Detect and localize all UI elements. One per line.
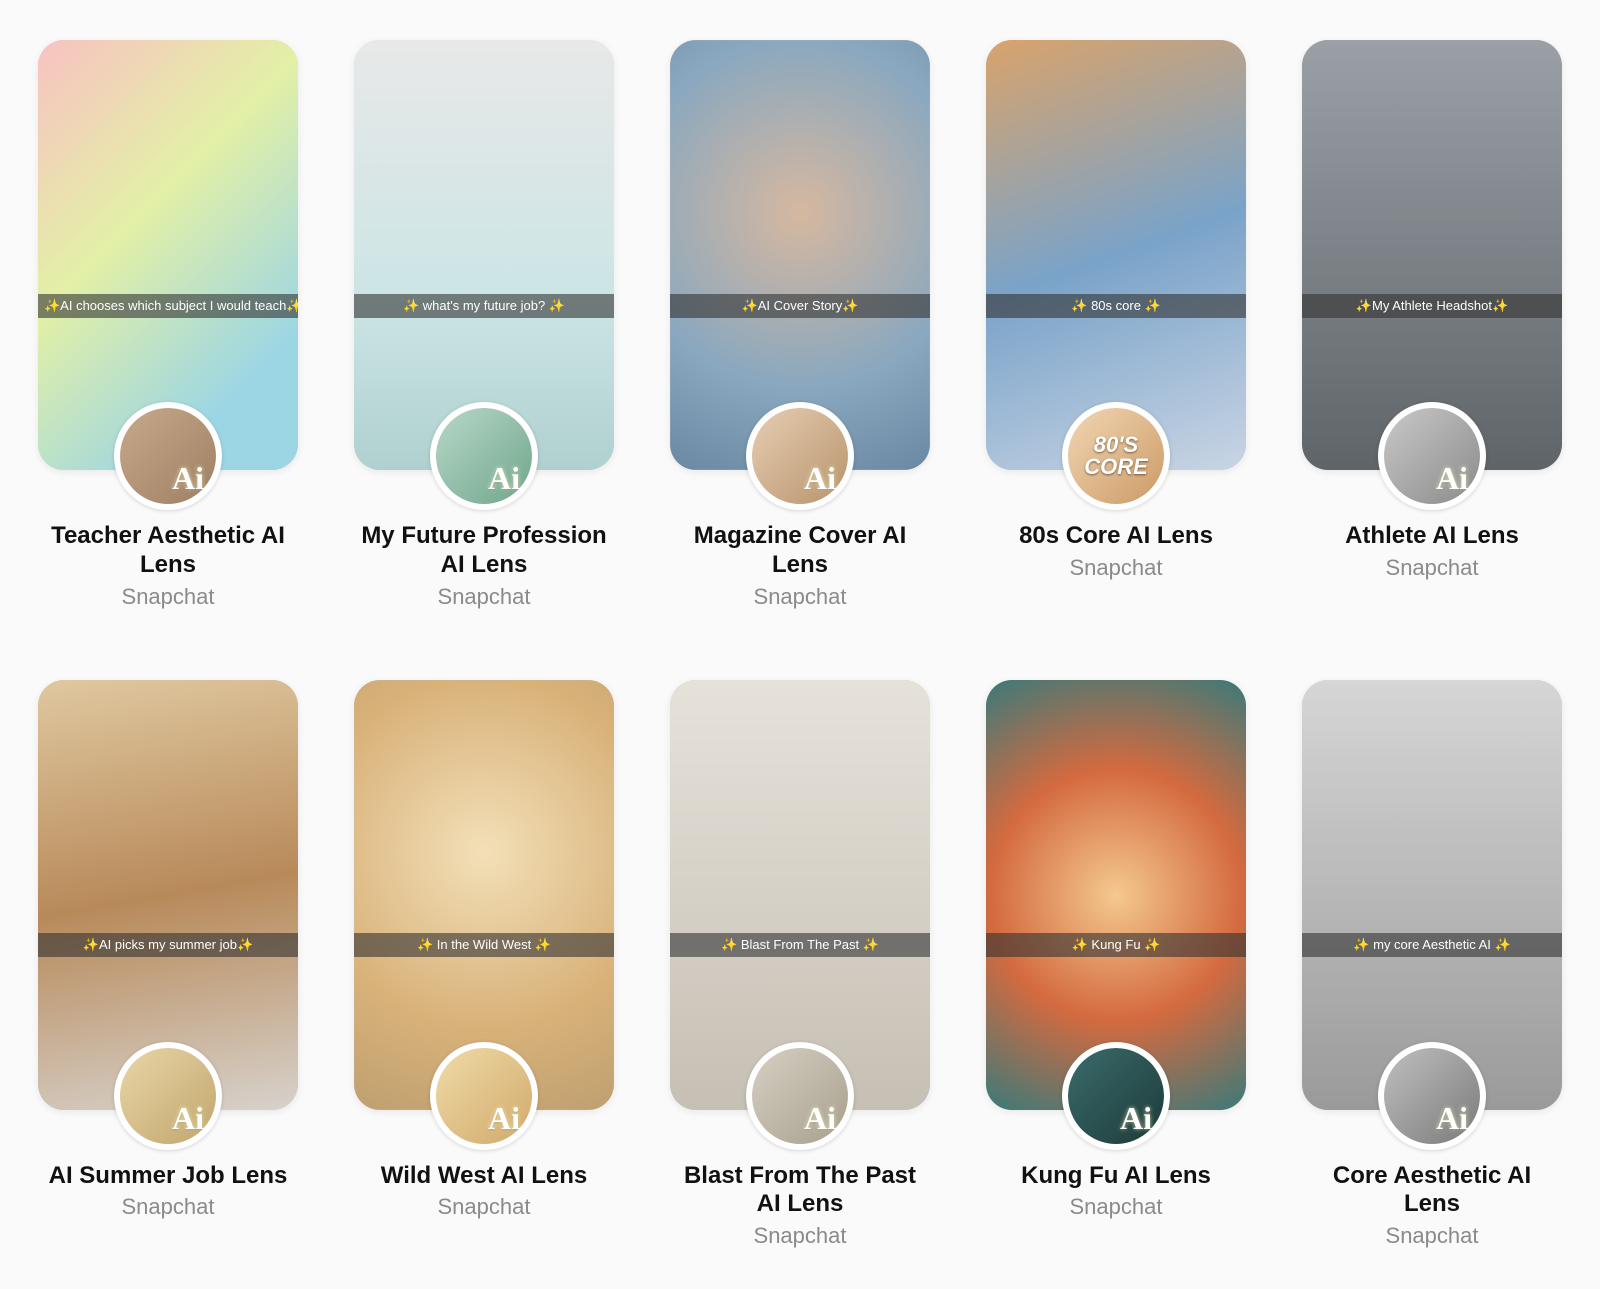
lens-title: Kung Fu AI Lens — [1021, 1162, 1211, 1191]
lens-card[interactable]: ✨ 80s core ✨ 80'S CORE 80s Core AI Lens … — [978, 40, 1254, 610]
lens-title: AI Summer Job Lens — [49, 1162, 288, 1191]
lens-creator: Snapchat — [1345, 555, 1519, 581]
lens-title: Athlete AI Lens — [1345, 522, 1519, 551]
lens-caption: ✨AI chooses which subject I would teach✨ — [38, 294, 298, 318]
lens-thumbnail[interactable]: ✨ 80s core ✨ 80'S CORE — [986, 40, 1246, 470]
lens-caption: ✨AI picks my summer job✨ — [38, 933, 298, 957]
lens-thumbnail[interactable]: ✨ Blast From The Past ✨ Ai — [670, 680, 930, 1110]
lens-card[interactable]: ✨AI picks my summer job✨ Ai AI Summer Jo… — [30, 680, 306, 1250]
lens-creator: Snapchat — [670, 1223, 930, 1249]
lens-caption: ✨ In the Wild West ✨ — [354, 933, 614, 957]
lens-caption: ✨ 80s core ✨ — [986, 294, 1246, 318]
ai-icon: Ai — [172, 1102, 204, 1134]
lens-thumbnail[interactable]: ✨ my core Aesthetic AI ✨ Ai — [1302, 680, 1562, 1110]
lens-avatar-badge[interactable]: 80'S CORE — [1062, 402, 1170, 510]
lens-thumbnail[interactable]: ✨ In the Wild West ✨ Ai — [354, 680, 614, 1110]
lens-title: Teacher Aesthetic AI Lens — [38, 522, 298, 580]
lens-card[interactable]: ✨ Blast From The Past ✨ Ai Blast From Th… — [662, 680, 938, 1250]
lens-grid: ✨AI chooses which subject I would teach✨… — [30, 40, 1570, 1249]
ai-icon: Ai — [1436, 1102, 1468, 1134]
lens-title: Core Aesthetic AI Lens — [1302, 1162, 1562, 1220]
lens-thumbnail[interactable]: ✨ what's my future job? ✨ Ai — [354, 40, 614, 470]
lens-creator: Snapchat — [670, 584, 930, 610]
lens-creator: Snapchat — [1021, 1194, 1211, 1220]
lens-creator: Snapchat — [354, 584, 614, 610]
lens-avatar-badge[interactable]: Ai — [746, 402, 854, 510]
lens-avatar-badge[interactable]: Ai — [746, 1042, 854, 1150]
ai-icon: Ai — [1436, 462, 1468, 494]
ai-icon: Ai — [172, 462, 204, 494]
lens-title: My Future Profession AI Lens — [354, 522, 614, 580]
lens-card[interactable]: ✨ In the Wild West ✨ Ai Wild West AI Len… — [346, 680, 622, 1250]
lens-avatar-badge[interactable]: Ai — [430, 402, 538, 510]
lens-title: Wild West AI Lens — [381, 1162, 587, 1191]
ai-icon: Ai — [804, 1102, 836, 1134]
lens-title: Blast From The Past AI Lens — [670, 1162, 930, 1220]
ai-icon: Ai — [488, 1102, 520, 1134]
lens-creator: Snapchat — [1302, 1223, 1562, 1249]
lens-caption: ✨ Blast From The Past ✨ — [670, 933, 930, 957]
lens-creator: Snapchat — [49, 1194, 288, 1220]
lens-caption: ✨ my core Aesthetic AI ✨ — [1302, 933, 1562, 957]
lens-thumbnail[interactable]: ✨AI chooses which subject I would teach✨… — [38, 40, 298, 470]
lens-creator: Snapchat — [381, 1194, 587, 1220]
lens-avatar-badge[interactable]: Ai — [430, 1042, 538, 1150]
lens-avatar-badge[interactable]: Ai — [114, 402, 222, 510]
ai-icon: Ai — [488, 462, 520, 494]
lens-card[interactable]: ✨My Athlete Headshot✨ Ai Athlete AI Lens… — [1294, 40, 1570, 610]
lens-avatar-badge[interactable]: Ai — [114, 1042, 222, 1150]
lens-caption: ✨My Athlete Headshot✨ — [1302, 294, 1562, 318]
eighties-core-badge: 80'S CORE — [1084, 434, 1148, 478]
lens-card[interactable]: ✨AI Cover Story✨ Ai Magazine Cover AI Le… — [662, 40, 938, 610]
lens-thumbnail[interactable]: ✨AI picks my summer job✨ Ai — [38, 680, 298, 1110]
lens-creator: Snapchat — [38, 584, 298, 610]
ai-icon: Ai — [1120, 1102, 1152, 1134]
lens-caption: ✨ Kung Fu ✨ — [986, 933, 1246, 957]
lens-avatar-badge[interactable]: Ai — [1062, 1042, 1170, 1150]
lens-thumbnail[interactable]: ✨My Athlete Headshot✨ Ai — [1302, 40, 1562, 470]
lens-caption: ✨AI Cover Story✨ — [670, 294, 930, 318]
lens-card[interactable]: ✨ Kung Fu ✨ Ai Kung Fu AI Lens Snapchat — [978, 680, 1254, 1250]
ai-icon: Ai — [804, 462, 836, 494]
lens-caption: ✨ what's my future job? ✨ — [354, 294, 614, 318]
lens-thumbnail[interactable]: ✨ Kung Fu ✨ Ai — [986, 680, 1246, 1110]
lens-title: Magazine Cover AI Lens — [670, 522, 930, 580]
lens-avatar-badge[interactable]: Ai — [1378, 402, 1486, 510]
lens-avatar-badge[interactable]: Ai — [1378, 1042, 1486, 1150]
lens-title: 80s Core AI Lens — [1019, 522, 1213, 551]
lens-creator: Snapchat — [1019, 555, 1213, 581]
lens-card[interactable]: ✨ my core Aesthetic AI ✨ Ai Core Aesthet… — [1294, 680, 1570, 1250]
lens-thumbnail[interactable]: ✨AI Cover Story✨ Ai — [670, 40, 930, 470]
lens-card[interactable]: ✨ what's my future job? ✨ Ai My Future P… — [346, 40, 622, 610]
lens-card[interactable]: ✨AI chooses which subject I would teach✨… — [30, 40, 306, 610]
